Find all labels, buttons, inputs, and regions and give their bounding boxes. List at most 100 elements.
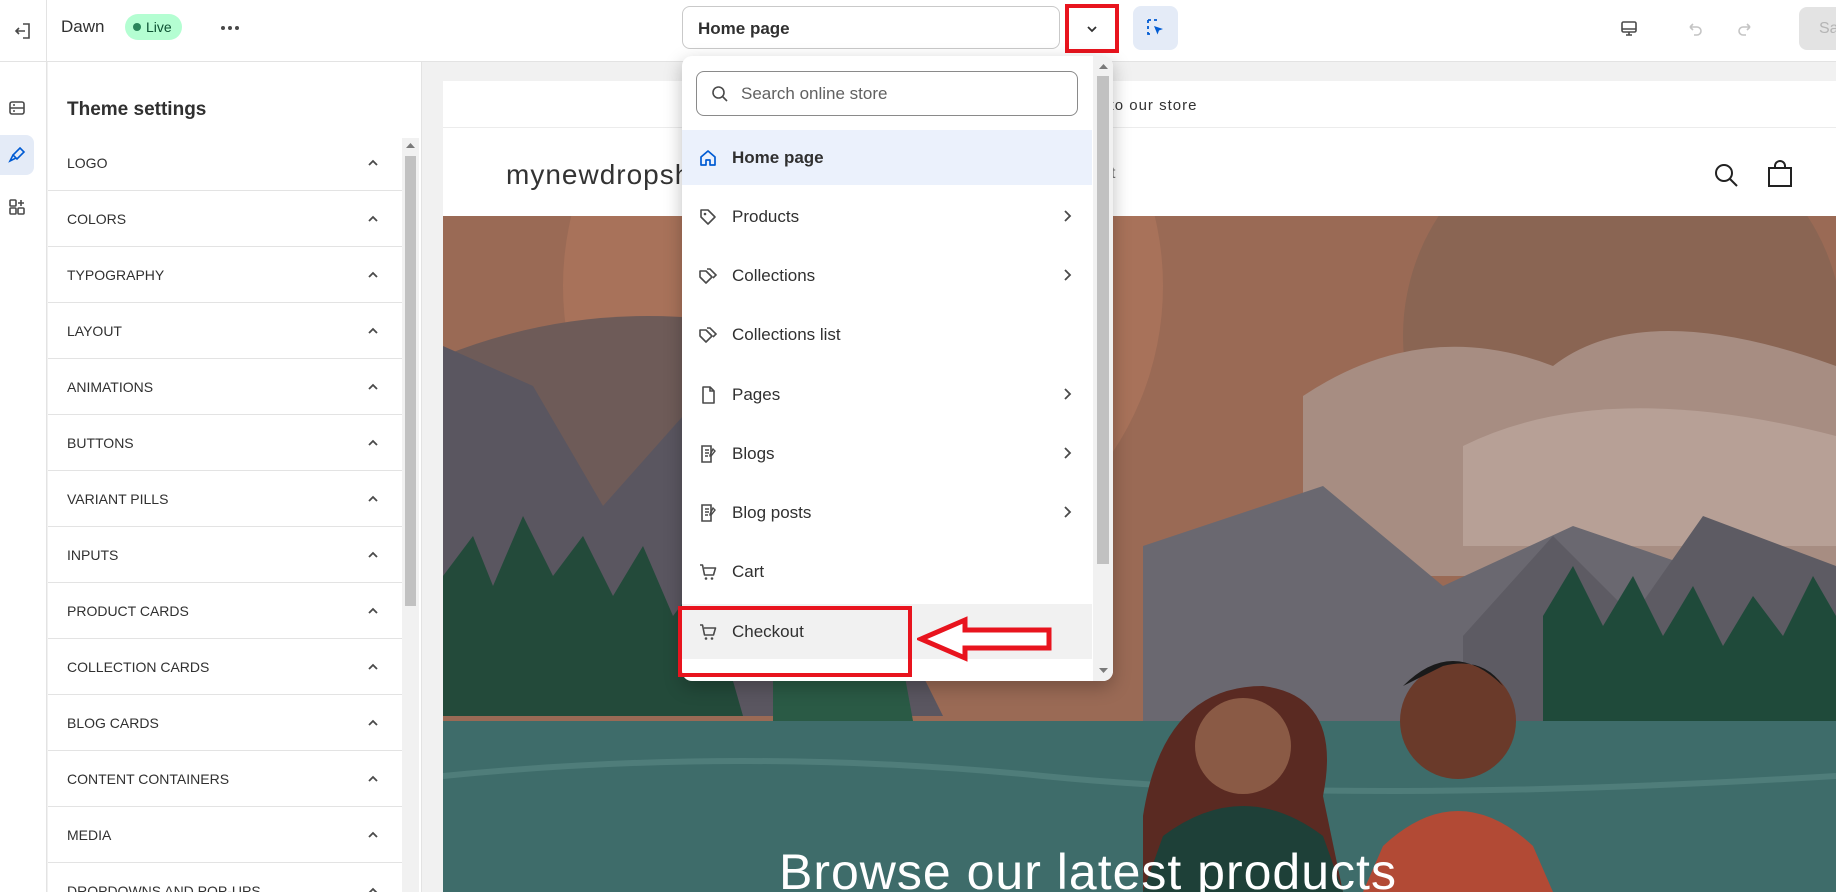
search-icon [712,85,728,102]
section-label: TYPOGRAPHY [67,266,165,283]
settings-section-inputs[interactable]: INPUTS [48,527,402,583]
chevron-up-icon [366,267,380,283]
scroll-up-icon [406,143,415,148]
dropdown-item-blog-posts[interactable]: Blog posts [682,485,1092,540]
device-preview-button[interactable] [1614,14,1644,44]
dropdown-scroll-thumb[interactable] [1097,76,1109,564]
settings-section-collection-cards[interactable]: COLLECTION CARDS [48,639,402,695]
chevron-up-icon [366,715,380,731]
exit-button[interactable] [0,0,47,62]
panel-scroll-thumb[interactable] [405,156,416,606]
sections-tab[interactable] [0,88,34,128]
settings-section-colors[interactable]: COLORS [48,191,402,247]
cart-icon[interactable] [1766,159,1794,189]
theme-name: Dawn [61,17,105,36]
store-logo[interactable]: mynewdropsh [506,159,691,191]
paintbrush-icon [8,146,26,163]
settings-section-content-containers[interactable]: CONTENT CONTAINERS [48,751,402,807]
settings-section-variant-pills[interactable]: VARIANT PILLS [48,471,402,527]
settings-section-logo[interactable]: LOGO [48,135,402,191]
section-label: COLLECTION CARDS [67,658,210,675]
redo-button[interactable] [1730,14,1760,44]
hero-headline: Browse our latest products [779,844,1397,892]
dropdown-item-label: Products [732,206,800,226]
chevron-up-icon [366,155,380,171]
section-label: PRODUCT CARDS [67,602,189,619]
chevron-up-icon [366,659,380,675]
settings-section-list: LOGO COLORS TYPOGRAPHY LAYOUT ANIMATIONS BUTT… [48,135,402,892]
settings-section-layout[interactable]: LAYOUT [48,303,402,359]
dropdown-item-label: Home page [732,147,824,167]
scroll-up-icon [1099,64,1108,69]
sections-icon [9,101,25,115]
scroll-down-icon [1099,668,1108,673]
dropdown-item-cart[interactable]: Cart [682,544,1092,599]
desktop-icon [1621,21,1637,36]
dropdown-item-home-page[interactable]: Home page [682,130,1092,185]
settings-section-buttons[interactable]: BUTTONS [48,415,402,471]
apps-icon [9,199,25,215]
hero-banner: Browse our latest products [443,81,1836,892]
chevron-up-icon [366,547,380,563]
more-actions-button[interactable] [214,13,246,43]
page-selector-value: Home page [698,19,790,38]
search-input[interactable] [741,83,1041,104]
section-label: VARIANT PILLS [67,490,169,507]
inspector-button[interactable] [1133,6,1178,50]
announcement-bar: me to our store [443,81,1836,128]
chevron-down-icon [1087,25,1097,32]
settings-section-typography[interactable]: TYPOGRAPHY [48,247,402,303]
dropdown-item-label: Collections [732,265,816,285]
settings-section-animations[interactable]: ANIMATIONS [48,359,402,415]
dropdown-item-blogs[interactable]: Blogs [682,426,1092,481]
section-label: BLOG CARDS [67,714,159,731]
settings-section-media[interactable]: MEDIA [48,807,402,863]
settings-section-product-cards[interactable]: PRODUCT CARDS [48,583,402,639]
chevron-right-icon [1058,385,1076,403]
chevron-up-icon [366,827,380,843]
section-label: CONTENT CONTAINERS [67,770,230,787]
dropdown-item-label: Blog posts [732,502,812,522]
editor-topbar: Dawn Live Home page Sa [0,0,1836,62]
editor-icon-rail [0,62,47,892]
section-label: LOGO [67,154,108,171]
section-label: INPUTS [67,546,119,563]
dropdown-item-products[interactable]: Products [682,189,1092,244]
panel-title: Theme settings [67,99,207,120]
chevron-up-icon [366,491,380,507]
section-label: COLORS [67,210,127,227]
tags-icon [698,266,718,286]
chevron-up-icon [366,211,380,227]
chevron-up-icon [366,883,380,892]
page-selector-toggle[interactable] [1065,4,1119,53]
section-label: MEDIA [67,826,112,843]
apps-tab[interactable] [0,187,34,227]
blog-icon [698,444,718,464]
section-label: DROPDOWNS AND POP-UPS [67,882,261,892]
theme-settings-tab[interactable] [0,135,34,175]
ellipsis-icon [221,26,239,30]
undo-button[interactable] [1680,14,1710,44]
settings-section-dropdowns-and-pop-ups[interactable]: DROPDOWNS AND POP-UPS [48,863,402,892]
dropdown-item-pages[interactable]: Pages [682,367,1092,422]
tags-icon [698,325,718,345]
chevron-right-icon [1058,503,1076,521]
dropdown-item-collections-list[interactable]: Collections list [682,307,1092,362]
section-label: ANIMATIONS [67,378,154,395]
page-selector[interactable]: Home page [682,6,1060,49]
chevron-up-icon [366,379,380,395]
chevron-up-icon [366,323,380,339]
search-icon[interactable] [1713,162,1739,188]
chevron-up-icon [366,603,380,619]
dropdown-item-collections[interactable]: Collections [682,248,1092,303]
settings-section-blog-cards[interactable]: BLOG CARDS [48,695,402,751]
save-button[interactable]: Sa [1799,7,1836,50]
section-label: LAYOUT [67,322,122,339]
dropdown-scrollbar[interactable] [1093,56,1113,681]
undo-icon [1689,23,1702,36]
dropdown-search[interactable] [696,71,1078,116]
panel-scrollbar[interactable] [402,138,419,892]
cart-icon [698,562,718,582]
theme-settings-panel: Theme settings LOGO COLORS TYPOGRAPHY LAYOU… [48,62,422,892]
home-icon [698,148,718,168]
